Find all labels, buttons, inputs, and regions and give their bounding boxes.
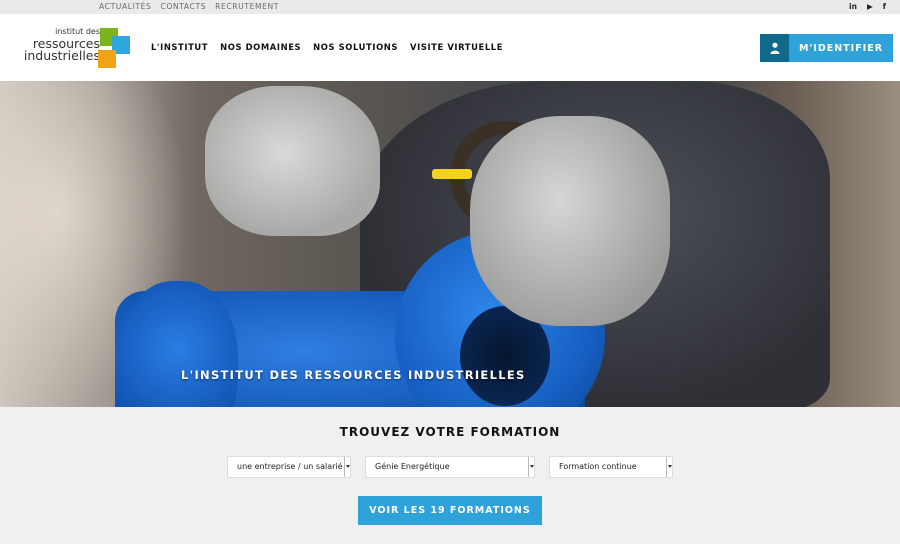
facebook-icon[interactable]: f: [883, 0, 886, 14]
search-title: TROUVEZ VOTRE FORMATION: [339, 425, 561, 439]
login-button[interactable]: M'IDENTIFIER: [760, 34, 893, 62]
audience-select[interactable]: une entreprise / un salarié: [227, 456, 351, 478]
link-contacts[interactable]: CONTACTS: [160, 0, 206, 14]
hero-glove-right: [470, 116, 670, 326]
chevron-down-icon: [666, 457, 672, 477]
nav-linstitut[interactable]: L'INSTITUT: [151, 42, 208, 52]
chevron-down-icon: [344, 457, 350, 477]
social-links: in ▶ f: [849, 0, 886, 14]
logo-line-3: industrielles: [23, 48, 100, 63]
linkedin-icon[interactable]: in: [849, 0, 857, 14]
hero-banner: L'INSTITUT DES RESSOURCES INDUSTRIELLES: [0, 81, 900, 407]
hero-glove-left: [205, 86, 380, 236]
chevron-down-icon: [528, 457, 534, 477]
nav-visite-virtuelle[interactable]: VISITE VIRTUELLE: [410, 42, 503, 52]
nav-nos-domaines[interactable]: NOS DOMAINES: [220, 42, 301, 52]
domain-select-value: Génie Energétique: [375, 462, 450, 471]
training-search: TROUVEZ VOTRE FORMATION une entreprise /…: [0, 407, 900, 544]
utility-bar: ACTUALITÉS CONTACTS RECRUTEMENT in ▶ f: [0, 0, 900, 14]
logo-square-orange: [98, 50, 116, 68]
training-type-select[interactable]: Formation continue: [549, 456, 673, 478]
site-logo[interactable]: institut des ressources industrielles: [12, 26, 132, 72]
main-nav: L'INSTITUT NOS DOMAINES NOS SOLUTIONS VI…: [151, 42, 515, 52]
hero-yellow-cap: [432, 169, 472, 179]
logo-text: institut des ressources industrielles: [12, 26, 100, 62]
training-type-select-value: Formation continue: [559, 462, 637, 471]
audience-select-value: une entreprise / un salarié: [237, 462, 343, 471]
view-trainings-button[interactable]: VOIR LES 19 FORMATIONS: [358, 496, 542, 525]
nav-nos-solutions[interactable]: NOS SOLUTIONS: [313, 42, 398, 52]
hero-valve-flange-left: [118, 281, 238, 407]
hero-title: L'INSTITUT DES RESSOURCES INDUSTRIELLES: [181, 368, 526, 382]
login-label: M'IDENTIFIER: [789, 34, 893, 62]
youtube-icon[interactable]: ▶: [867, 0, 873, 14]
utility-links: ACTUALITÉS CONTACTS RECRUTEMENT: [99, 0, 288, 14]
link-actualites[interactable]: ACTUALITÉS: [99, 0, 151, 14]
domain-select[interactable]: Génie Energétique: [365, 456, 535, 478]
user-icon: [760, 34, 789, 62]
link-recrutement[interactable]: RECRUTEMENT: [215, 0, 279, 14]
site-header: institut des ressources industrielles L'…: [0, 14, 900, 81]
